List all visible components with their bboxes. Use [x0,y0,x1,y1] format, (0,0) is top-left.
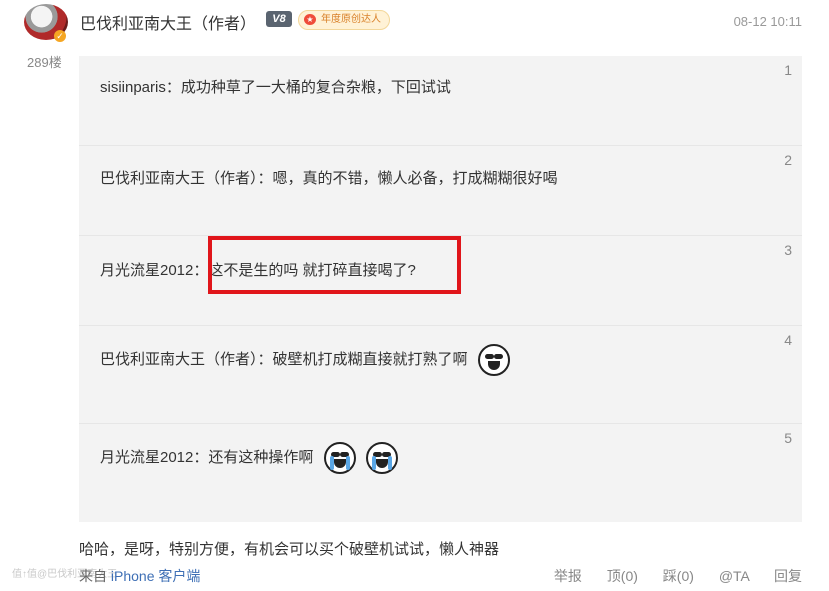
reply-text: 还有这种操作啊 [208,448,314,466]
reply-user[interactable]: 巴伐利亚南大王（作者） [100,170,258,187]
reply-content: sisiinparis：成功种草了一大桶的复合杂粮，下回试试 [100,76,451,97]
reply-text: 嗯，真的不错，懒人必备，打成糊糊很好喝 [272,170,558,187]
reply-content: 巴伐利亚南大王（作者）：破壁机打成糊直接就打熟了啊 [100,344,510,376]
creator-badge-label: 年度原创达人 [321,14,381,25]
report-button[interactable]: 举报 [554,568,582,584]
client-link[interactable]: iPhone 客户端 [111,568,200,584]
reply-item: 1 sisiinparis：成功种草了一大桶的复合杂粮，下回试试 [79,56,802,146]
reply-separator: ： [193,262,209,279]
reply-index: 5 [784,430,792,446]
comment-actions: 举报 顶(0) 踩(0) @TA 回复 [533,566,802,586]
highlight-annotation-box [208,236,461,294]
reply-text: 成功种草了一大桶的复合杂粮，下回试试 [180,79,451,96]
reply-text: 破壁机打成糊直接就打熟了啊 [272,350,468,368]
creator-badge: ★ 年度原创达人 [298,10,390,30]
grin-emoji-icon [477,344,510,376]
reply-separator: ： [257,170,273,187]
reply-item: 5 月光流星2012：还有这种操作啊 [79,424,802,522]
author-name[interactable]: 巴伐利亚南大王（作者） [80,10,256,34]
verified-badge-icon: ✓ [54,30,66,42]
post-source: 来自 iPhone 客户端 [79,566,200,586]
floor-number: 289楼 [27,55,62,70]
reply-separator: ： [165,79,181,96]
reply-button[interactable]: 回复 [774,568,802,584]
medal-icon: ★ [304,14,316,25]
reply-index: 4 [784,332,792,348]
post-time: 08-12 10:11 [733,14,802,29]
reply-index: 1 [784,62,792,78]
source-prefix: 来自 [79,568,107,584]
laugh-cry-emoji-icon [323,442,356,474]
mention-button[interactable]: @TA [719,568,749,584]
reply-user[interactable]: 巴伐利亚南大王（作者） [100,351,258,368]
reply-user[interactable]: 月光流星2012 [100,449,193,466]
reply-item: 2 巴伐利亚南大王（作者）：嗯，真的不错，懒人必备，打成糊糊很好喝 [79,146,802,236]
vip-level-badge: V8 [266,11,292,27]
reply-item: 4 巴伐利亚南大王（作者）：破壁机打成糊直接就打熟了啊 [79,326,802,424]
reply-user[interactable]: 月光流星2012 [100,262,193,279]
like-button[interactable]: 顶(0) [607,568,638,584]
comment-text: 哈哈，是呀，特别方便，有机会可以买个破壁机试试，懒人神器 [79,541,500,558]
reply-user[interactable]: sisiinparis [100,79,166,96]
reply-index: 2 [784,152,792,168]
reply-index: 3 [784,242,792,258]
reply-content: 巴伐利亚南大王（作者）：嗯，真的不错，懒人必备，打成糊糊很好喝 [100,167,558,188]
reply-content: 月光流星2012：还有这种操作啊 [100,442,398,474]
reply-separator: ： [193,448,209,466]
reply-separator: ： [257,350,273,368]
laugh-cry-emoji-icon [365,442,398,474]
dislike-button[interactable]: 踩(0) [663,568,694,584]
